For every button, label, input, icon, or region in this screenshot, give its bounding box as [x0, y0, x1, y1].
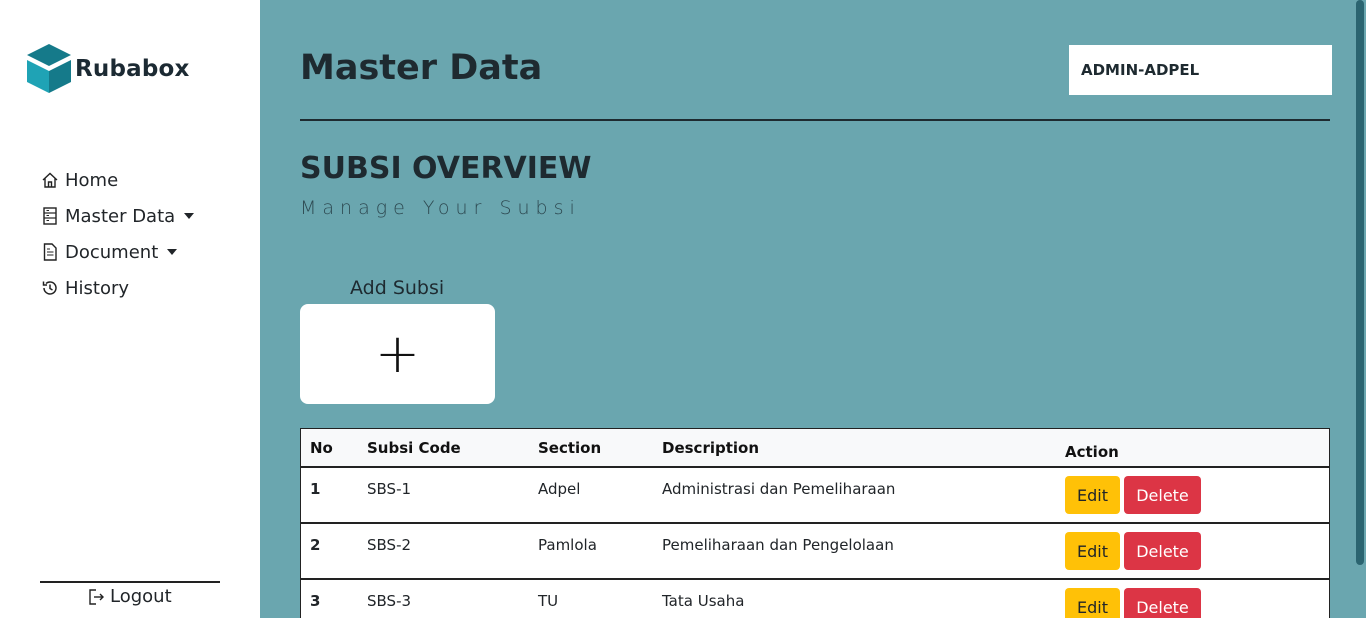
cell-actions: Edit Delete [1065, 580, 1329, 618]
page-scrollbar[interactable] [1354, 0, 1366, 618]
chevron-down-icon [167, 249, 178, 255]
sidebar-item-document[interactable]: Document [40, 234, 194, 270]
logout-divider [40, 581, 220, 583]
column-header: Description [662, 438, 760, 457]
edit-button[interactable]: Edit [1065, 588, 1120, 618]
cell-actions: Edit Delete [1065, 468, 1329, 514]
sidebar-item-label: Document [65, 241, 159, 263]
delete-button[interactable]: Delete [1124, 532, 1201, 570]
cell-code: SBS-2 [367, 536, 412, 554]
server-icon [40, 206, 60, 226]
scrollbar-thumb[interactable] [1356, 0, 1364, 565]
table-header: No Subsi Code Section Description Action [301, 429, 1329, 468]
table-row: 3 SBS-3 TU Tata Usaha Edit Delete [301, 580, 1329, 618]
page-title: Master Data [300, 48, 543, 88]
section-title: SUBSI OVERVIEW [300, 151, 592, 186]
sidebar-item-history[interactable]: History [40, 270, 194, 306]
cell-no: 2 [310, 536, 321, 554]
delete-button[interactable]: Delete [1124, 588, 1201, 618]
delete-button[interactable]: Delete [1124, 476, 1201, 514]
column-header: Action [1065, 442, 1119, 461]
column-header: Subsi Code [367, 438, 461, 457]
cell-code: SBS-1 [367, 480, 412, 498]
sidebar-item-master-data[interactable]: Master Data [40, 198, 195, 234]
header-divider [300, 119, 1330, 121]
logout-icon [86, 587, 106, 607]
sidebar-item-label: History [65, 277, 130, 299]
plus-icon: + [374, 322, 421, 385]
table-row: 2 SBS-2 Pamlola Pemeliharaan dan Pengelo… [301, 524, 1329, 580]
sidebar-item-label: Master Data [65, 205, 176, 227]
sidebar-nav: Home Master Data Document History [40, 162, 195, 306]
document-icon [40, 242, 60, 262]
cell-section: Adpel [538, 480, 581, 498]
main-content: Master Data ADMIN-ADPEL SUBSI OVERVIEW M… [260, 0, 1354, 618]
cell-description: Pemeliharaan dan Pengelolaan [662, 536, 894, 554]
cell-description: Tata Usaha [662, 592, 745, 610]
sidebar-item-label: Home [65, 169, 119, 191]
home-icon [40, 170, 60, 190]
user-account-button[interactable]: ADMIN-ADPEL [1069, 45, 1332, 95]
rubabox-logo-icon [27, 44, 71, 93]
add-subsi-label: Add Subsi [350, 277, 445, 299]
logout-label: Logout [110, 586, 172, 607]
sidebar: Rubabox Home Master Data Document Histor… [0, 0, 260, 618]
cell-actions: Edit Delete [1065, 524, 1329, 570]
sidebar-item-home[interactable]: Home [40, 162, 194, 198]
cell-section: Pamlola [538, 536, 597, 554]
cell-no: 3 [310, 592, 321, 610]
subsi-table: No Subsi Code Section Description Action… [300, 428, 1330, 618]
chevron-down-icon [184, 213, 195, 219]
cell-section: TU [538, 592, 559, 610]
brand-name: Rubabox [75, 56, 190, 82]
table-row: 1 SBS-1 Adpel Administrasi dan Pemelihar… [301, 468, 1329, 524]
cell-no: 1 [310, 480, 321, 498]
column-header: Section [538, 438, 602, 457]
add-subsi-button[interactable]: + [300, 304, 495, 404]
column-header: No [310, 438, 333, 457]
logout-button[interactable]: Logout [86, 586, 172, 607]
section-subtitle: Manage Your Subsi [300, 197, 581, 219]
cell-code: SBS-3 [367, 592, 412, 610]
edit-button[interactable]: Edit [1065, 476, 1120, 514]
edit-button[interactable]: Edit [1065, 532, 1120, 570]
brand-logo[interactable]: Rubabox [25, 44, 190, 94]
cell-description: Administrasi dan Pemeliharaan [662, 480, 896, 498]
history-icon [40, 278, 60, 298]
